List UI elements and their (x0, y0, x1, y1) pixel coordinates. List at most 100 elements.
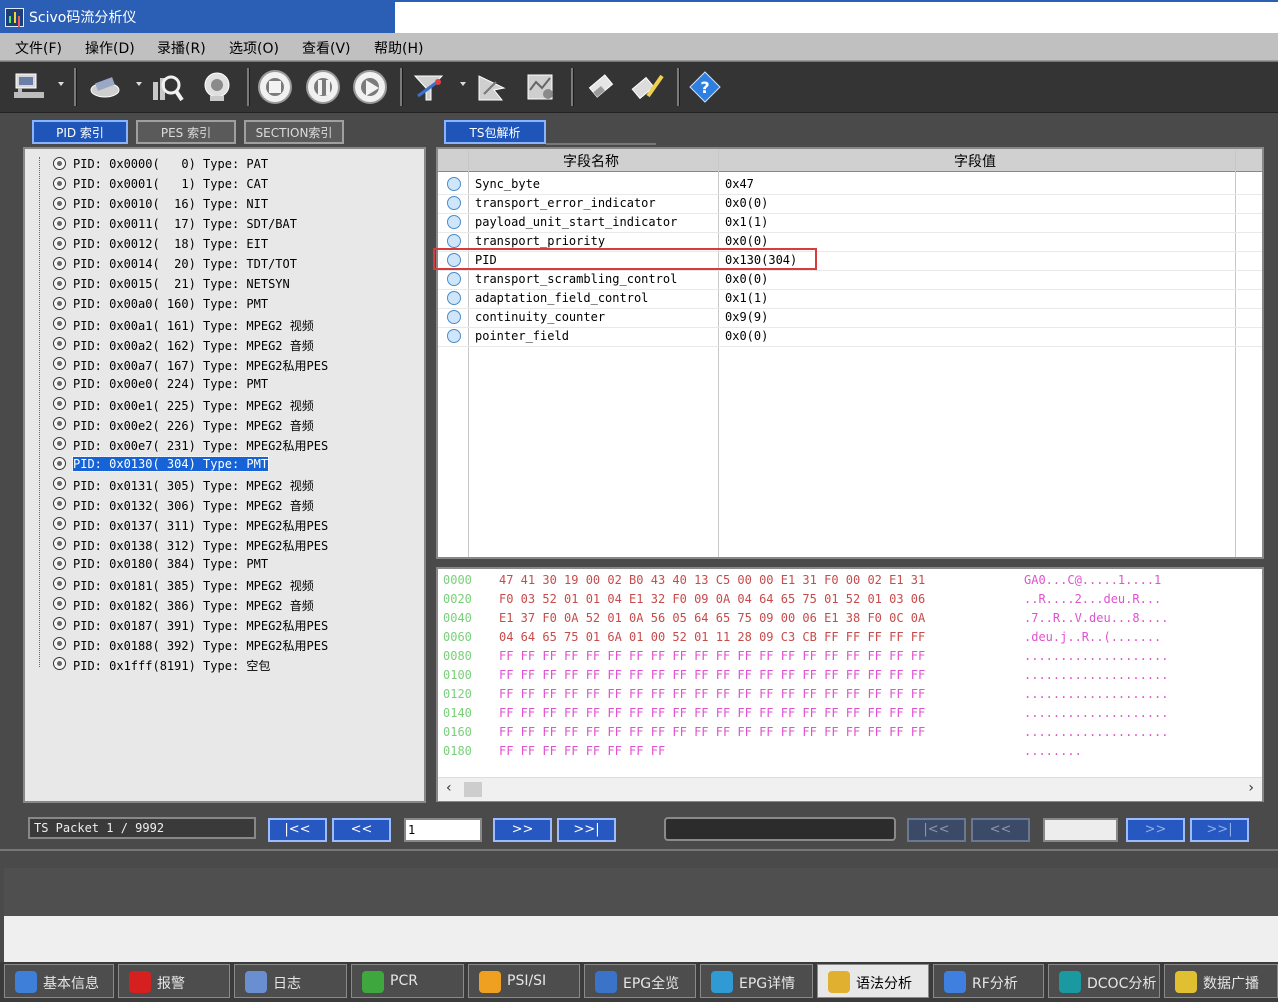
prev-packet-button[interactable]: << (332, 818, 391, 842)
hex-offset: 0060 (443, 630, 472, 644)
hex-row: 0060 04 64 65 75 01 6A 01 00 52 01 11 28 … (443, 630, 1161, 649)
bottom-tab[interactable]: 语法分析 (817, 964, 929, 998)
pid-item-label: PID: 0x0012( 18) Type: EIT (73, 237, 269, 251)
edit-icon[interactable] (630, 70, 664, 104)
bottom-tab[interactable]: PCR (351, 964, 464, 998)
scroll-left-icon[interactable]: ‹ (446, 780, 452, 796)
menu-record[interactable]: 录播(R) (157, 38, 206, 58)
field-table-header: 字段名称 字段值 (438, 149, 1262, 172)
tab-pid-index[interactable]: PID 索引 (32, 120, 128, 144)
field-row[interactable]: Sync_byte 0x47 (438, 175, 1262, 195)
field-value: 0x0(0) (725, 272, 769, 286)
bottom-tab-label: 语法分析 (856, 976, 912, 992)
help-icon[interactable]: ? (688, 70, 722, 104)
epg-detail-icon (711, 971, 733, 993)
hex-ascii: ........ (1024, 744, 1082, 758)
pid-node-icon (53, 597, 66, 610)
tab-section-index[interactable]: SECTION索引 (244, 120, 344, 144)
prev-button-disabled[interactable]: << (971, 818, 1030, 842)
bottom-tab[interactable]: EPG全览 (584, 964, 696, 998)
hex-offset: 0100 (443, 668, 472, 682)
hex-ascii: .7..R..V.deu...8.... (1024, 611, 1169, 625)
field-name: Sync_byte (475, 177, 541, 191)
hex-row: 0000 47 41 30 19 00 02 B0 43 40 13 C5 00 … (443, 573, 1161, 592)
last-button-secondary[interactable]: >>| (1190, 818, 1249, 842)
hex-dump-panel[interactable]: 0000 47 41 30 19 00 02 B0 43 40 13 C5 00 … (436, 567, 1264, 802)
secondary-input[interactable] (1043, 818, 1118, 842)
search-chart-icon[interactable] (150, 70, 184, 104)
bottom-tab[interactable]: PSI/SI (468, 964, 580, 998)
menu-operate[interactable]: 操作(D) (85, 38, 135, 58)
tools-dropdown-icon[interactable] (136, 82, 142, 86)
packet-number-input[interactable]: 1 (404, 818, 482, 842)
pid-tree-panel[interactable]: PID: 0x0000( 0) Type: PAT PID: 0x0001( 1)… (23, 147, 426, 803)
bottom-tab[interactable]: 数据广播 (1164, 964, 1278, 998)
bottom-tab[interactable]: EPG详情 (700, 964, 813, 998)
menu-options[interactable]: 选项(O) (229, 38, 279, 58)
next-button-secondary[interactable]: >> (1126, 818, 1185, 842)
field-name-header[interactable]: 字段名称 (563, 151, 619, 171)
hex-bytes: FF FF FF FF FF FF FF FF FF FF FF FF FF F… (499, 706, 926, 720)
field-value-header[interactable]: 字段值 (954, 151, 996, 171)
toolbar: ? (0, 61, 1278, 113)
eraser-icon[interactable] (584, 70, 618, 104)
filter-dropdown-icon[interactable] (460, 82, 466, 86)
field-value: 0x47 (725, 177, 754, 191)
toolbar-separator (571, 68, 574, 106)
menu-help[interactable]: 帮助(H) (374, 38, 423, 58)
stop-icon[interactable] (258, 70, 292, 104)
hex-offset: 0000 (443, 573, 472, 587)
tab-underline (546, 143, 656, 145)
pid-node-icon (53, 457, 66, 470)
scroll-right-icon[interactable]: › (1248, 780, 1254, 796)
pid-item-label: PID: 0x0181( 385) Type: MPEG2 视频 (73, 579, 314, 593)
menu-view[interactable]: 查看(V) (302, 38, 351, 58)
pid-node-icon (53, 637, 66, 650)
bottom-tab-label: 日志 (273, 976, 301, 992)
folder-icon (479, 971, 501, 993)
network-icon[interactable] (12, 70, 46, 104)
tab-pes-index[interactable]: PES 索引 (136, 120, 236, 144)
field-row[interactable]: payload_unit_start_indicator 0x1(1) (438, 213, 1262, 233)
clock-icon (362, 971, 384, 993)
bottom-tab[interactable]: 报警 (118, 964, 230, 998)
record-icon[interactable] (200, 70, 234, 104)
horizontal-scrollbar[interactable]: ‹ › (438, 777, 1262, 801)
next-packet-button[interactable]: >> (493, 818, 552, 842)
tools-icon[interactable] (88, 70, 122, 104)
bottom-tab[interactable]: 基本信息 (4, 964, 114, 998)
field-row[interactable]: adaptation_field_control 0x1(1) (438, 289, 1262, 309)
field-row[interactable]: pointer_field 0x0(0) (438, 327, 1262, 347)
hex-ascii: .deu.j..R..(....... (1024, 630, 1162, 644)
bottom-tab[interactable]: RF分析 (933, 964, 1044, 998)
network-dropdown-icon[interactable] (58, 82, 64, 86)
field-name: transport_error_indicator (475, 196, 656, 210)
pid-item-label: PID: 0x0187( 391) Type: MPEG2私用PES (73, 619, 329, 633)
map-icon[interactable] (524, 70, 558, 104)
field-row[interactable]: transport_error_indicator 0x0(0) (438, 194, 1262, 214)
first-packet-button[interactable]: |<< (268, 818, 327, 842)
pid-item-label: PID: 0x0015( 21) Type: NETSYN (73, 277, 290, 291)
field-row[interactable]: transport_scrambling_control 0x0(0) (438, 270, 1262, 290)
last-packet-button[interactable]: >>| (557, 818, 616, 842)
menu-file[interactable]: 文件(F) (15, 38, 62, 58)
analysis-icon[interactable] (476, 70, 510, 104)
pid-item-label: PID: 0x1fff(8191) Type: 空包 (73, 659, 271, 673)
bottom-tab[interactable]: 日志 (234, 964, 347, 998)
hex-bytes: FF FF FF FF FF FF FF FF FF FF FF FF FF F… (499, 725, 926, 739)
bottom-tab[interactable]: DCOC分析 (1048, 964, 1160, 998)
tree-connector (39, 157, 41, 667)
hex-ascii: .................... (1024, 725, 1169, 739)
hex-offset: 0040 (443, 611, 472, 625)
field-row[interactable]: continuity_counter 0x9(9) (438, 308, 1262, 328)
field-icon (447, 234, 461, 248)
pid-node-icon (53, 397, 66, 410)
play-icon[interactable] (353, 70, 387, 104)
filter-icon[interactable] (412, 70, 446, 104)
first-button-disabled[interactable]: |<< (907, 818, 966, 842)
pid-node-icon (53, 177, 66, 190)
scroll-thumb[interactable] (464, 782, 482, 797)
tab-ts-packet-parse[interactable]: TS包解析 (444, 120, 546, 144)
pid-node-icon (53, 617, 66, 630)
pause-icon[interactable] (306, 70, 340, 104)
